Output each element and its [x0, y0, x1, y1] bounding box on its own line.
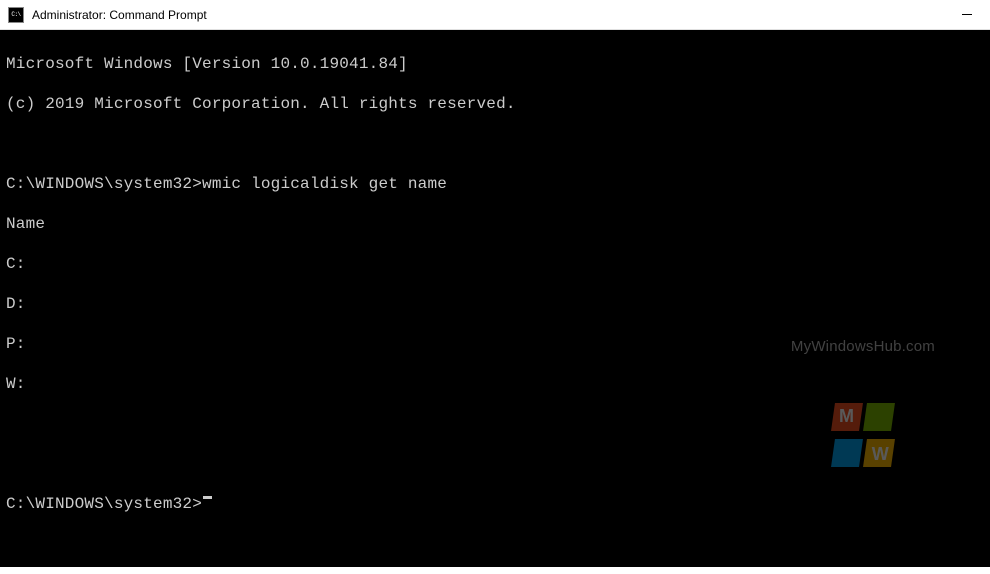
- window-titlebar[interactable]: Administrator: Command Prompt: [0, 0, 990, 30]
- window-title: Administrator: Command Prompt: [32, 8, 944, 22]
- cursor-icon: [203, 496, 212, 499]
- watermark: MyWindowsHub.com M W: [791, 298, 935, 507]
- terminal-command: wmic logicaldisk get name: [202, 174, 447, 194]
- minimize-button[interactable]: [944, 0, 990, 29]
- terminal-prompt: C:\WINDOWS\system32>: [6, 174, 202, 194]
- terminal-blank-line: [6, 134, 984, 154]
- window-controls: [944, 0, 990, 29]
- terminal-prompt: C:\WINDOWS\system32>: [6, 494, 202, 514]
- terminal-output-row: P:: [6, 334, 984, 354]
- terminal-blank-line: [6, 414, 984, 434]
- terminal-output-row: C:: [6, 254, 984, 274]
- cmd-icon: [8, 7, 24, 23]
- terminal-output-row: W:: [6, 374, 984, 394]
- terminal-command-line: C:\WINDOWS\system32>wmic logicaldisk get…: [6, 174, 984, 194]
- terminal-copyright-line: (c) 2019 Microsoft Corporation. All righ…: [6, 94, 984, 114]
- terminal-header-line: Microsoft Windows [Version 10.0.19041.84…: [6, 54, 984, 74]
- terminal-output-header: Name: [6, 214, 984, 234]
- terminal-output-area[interactable]: Microsoft Windows [Version 10.0.19041.84…: [0, 30, 990, 567]
- terminal-output-row: D:: [6, 294, 984, 314]
- terminal-active-prompt[interactable]: C:\WINDOWS\system32>: [6, 494, 984, 514]
- terminal-blank-line: [6, 454, 984, 474]
